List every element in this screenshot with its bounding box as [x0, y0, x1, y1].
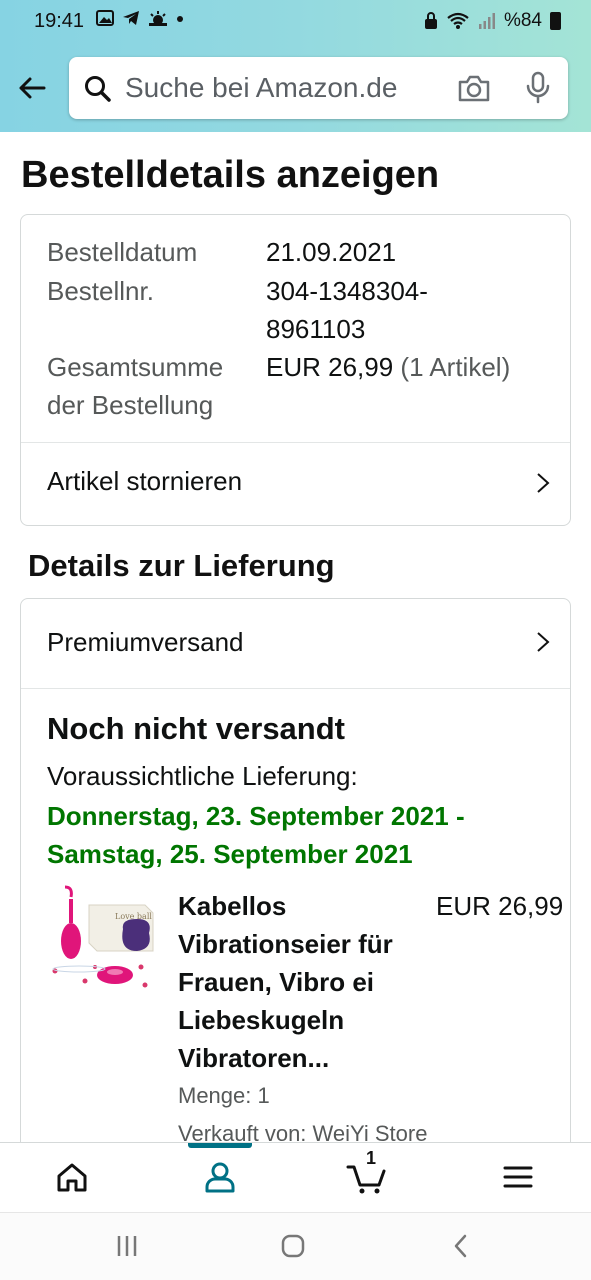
- product-title-line: Liebeskugeln: [178, 1005, 345, 1035]
- status-bar: 19:41 %84: [0, 0, 591, 46]
- product-image[interactable]: Love ball: [45, 883, 157, 999]
- system-icons: %84: [424, 10, 561, 32]
- delivery-date-line2: Samstag, 25. September 2021: [47, 839, 413, 869]
- image-icon: [96, 10, 114, 26]
- system-back-icon[interactable]: [448, 1233, 474, 1259]
- dot-icon: [177, 16, 183, 22]
- microphone-icon[interactable]: [525, 71, 551, 105]
- order-total-amount: EUR 26,99: [266, 352, 394, 382]
- account-icon[interactable]: [200, 1157, 240, 1197]
- product-title-line: Vibrationseier für: [178, 929, 393, 959]
- shipping-method-label: Premiumversand: [47, 627, 244, 657]
- order-total-items: (1 Artikel): [400, 352, 511, 382]
- battery-text: %84: [503, 10, 542, 31]
- shipping-method-row[interactable]: Premiumversand: [21, 599, 570, 688]
- expected-delivery-date: Donnerstag, 23. September 2021 - Samstag…: [47, 797, 465, 873]
- product-price: EUR 26,99: [436, 891, 564, 921]
- page-title: Bestelldetails anzeigen: [21, 154, 440, 196]
- cart-count-badge: 1: [366, 1148, 377, 1168]
- search-icon: [85, 76, 111, 102]
- bottom-tab-bar: 1: [0, 1142, 591, 1212]
- search-input[interactable]: Suche bei Amazon.de: [125, 72, 397, 104]
- telegram-icon: [123, 11, 139, 25]
- camera-icon[interactable]: [457, 73, 491, 103]
- product-title-line: Kabellos: [178, 891, 287, 921]
- cancel-items-row[interactable]: Artikel stornieren: [21, 443, 570, 525]
- order-number-value-line2: 8961103: [266, 314, 366, 344]
- divider: [21, 688, 570, 689]
- delivery-heading: Details zur Lieferung: [28, 548, 335, 583]
- order-total-label-line2: der Bestellung: [47, 390, 214, 420]
- product-title-line: Frauen, Vibro ei: [178, 967, 375, 997]
- product-title-line: Vibratoren...: [178, 1043, 330, 1073]
- chevron-right-icon: [537, 473, 550, 493]
- order-date-label: Bestelldatum: [47, 237, 198, 267]
- lock-icon: [424, 12, 437, 29]
- product-quantity: Menge: 1: [178, 1083, 270, 1108]
- shipment-status: Noch nicht versandt: [47, 711, 345, 746]
- recent-apps-icon[interactable]: [114, 1233, 140, 1259]
- order-date-value: 21.09.2021: [266, 237, 397, 267]
- status-time: 19:41: [34, 10, 85, 32]
- home-icon[interactable]: [52, 1157, 92, 1197]
- cancel-items-label: Artikel stornieren: [47, 466, 243, 496]
- search-bar[interactable]: Suche bei Amazon.de: [69, 57, 568, 119]
- order-total-label-line1: Gesamtsumme: [47, 352, 224, 382]
- product-title[interactable]: Kabellos Vibrationseier für Frauen, Vibr…: [178, 887, 428, 1077]
- signal-icon: [478, 13, 495, 29]
- chevron-right-icon: [537, 632, 550, 652]
- battery-icon: [550, 12, 561, 30]
- notification-icons: [96, 10, 184, 26]
- app-header: 19:41 %84 Suche bei Amazon.de: [0, 0, 591, 132]
- back-arrow-icon[interactable]: [16, 72, 48, 104]
- delivery-date-line1: Donnerstag, 23. September 2021 -: [47, 801, 465, 831]
- menu-icon[interactable]: [498, 1157, 538, 1197]
- order-number-label: Bestellnr.: [47, 276, 154, 306]
- wifi-icon: [447, 12, 469, 29]
- home-button-icon[interactable]: [280, 1233, 306, 1259]
- order-summary-card: Bestelldatum 21.09.2021 Bestellnr. 304-1…: [20, 214, 571, 526]
- delivery-card: Premiumversand Noch nicht versandt Vorau…: [20, 598, 571, 1198]
- active-tab-indicator: [188, 1143, 252, 1148]
- order-number-value-line1: 304-1348304-: [266, 276, 428, 306]
- system-nav-bar: [0, 1212, 591, 1280]
- order-total-value: EUR 26,99 (1 Artikel): [266, 352, 510, 383]
- expected-delivery-label: Voraussichtliche Lieferung:: [47, 761, 358, 791]
- weather-icon: [149, 11, 167, 26]
